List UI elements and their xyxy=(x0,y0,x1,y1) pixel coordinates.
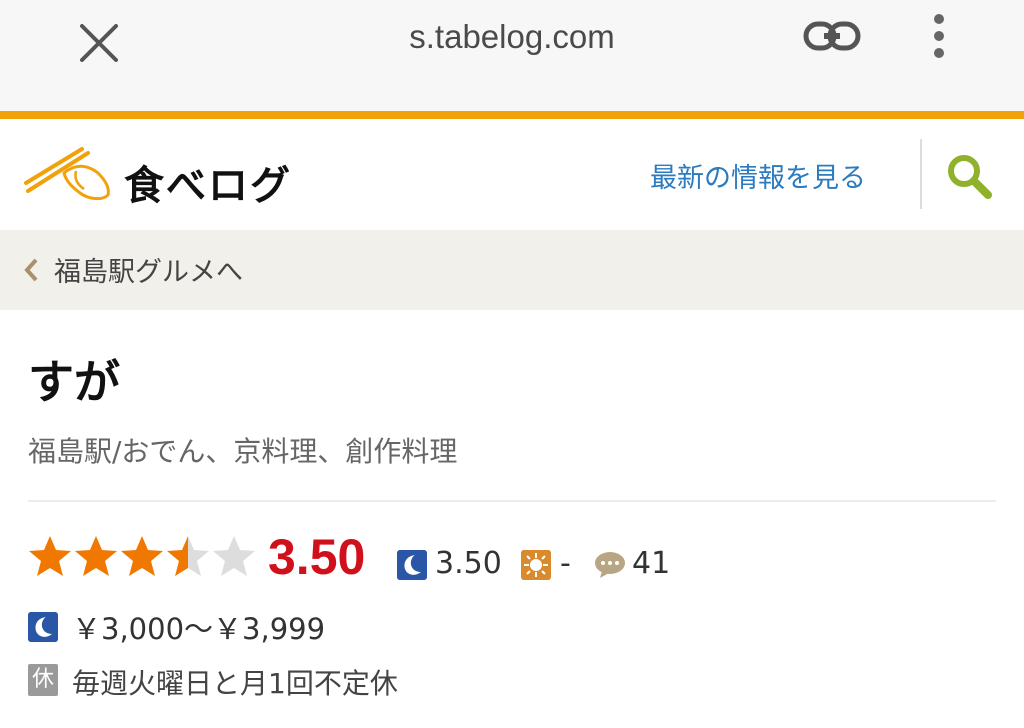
dinner-score: 3.50 xyxy=(435,546,502,581)
comment-icon xyxy=(595,552,625,578)
chevron-left-icon xyxy=(24,258,38,282)
half-star-icon xyxy=(167,536,209,576)
empty-star-icon xyxy=(213,536,255,576)
header-divider xyxy=(920,139,922,209)
breadcrumb-label: 福島駅グルメへ xyxy=(54,257,243,288)
tabelog-logo[interactable]: 食べログ xyxy=(24,143,304,213)
browser-toolbar: s.tabelog.com xyxy=(0,0,1024,112)
lunch-score: - xyxy=(560,546,571,581)
rating-score: 3.50 xyxy=(268,529,366,585)
more-vert-icon[interactable] xyxy=(920,10,958,62)
link-icon[interactable] xyxy=(802,18,862,54)
star-rating xyxy=(29,536,255,576)
dinner-moon-icon xyxy=(397,550,427,580)
site-header: 食べログ 最新の情報を見る xyxy=(0,119,1024,230)
latest-info-link[interactable]: 最新の情報を見る xyxy=(650,156,866,195)
review-count[interactable]: 41 xyxy=(632,546,670,581)
holiday-badge: 休 xyxy=(28,664,58,696)
logo-text: 食べログ xyxy=(124,163,292,209)
chopsticks-hand-icon xyxy=(24,147,110,201)
breadcrumb-back-link[interactable]: 福島駅グルメへ xyxy=(0,230,1024,310)
restaurant-name: すが xyxy=(28,355,120,409)
star-icon xyxy=(29,536,71,576)
holiday-text: 毎週火曜日と月1回不定休 xyxy=(72,667,398,700)
lunch-sun-icon xyxy=(521,550,551,580)
star-icon xyxy=(75,536,117,576)
dinner-budget: ￥3,000～￥3,999 xyxy=(72,612,326,646)
divider xyxy=(28,500,996,502)
url-text[interactable]: s.tabelog.com xyxy=(0,18,1024,56)
restaurant-area-genre: 福島駅/おでん、京料理、創作料理 xyxy=(28,435,458,468)
dinner-budget-moon-icon xyxy=(28,612,58,642)
accent-line xyxy=(0,111,1024,119)
search-icon[interactable] xyxy=(944,153,994,199)
star-icon xyxy=(121,536,163,576)
